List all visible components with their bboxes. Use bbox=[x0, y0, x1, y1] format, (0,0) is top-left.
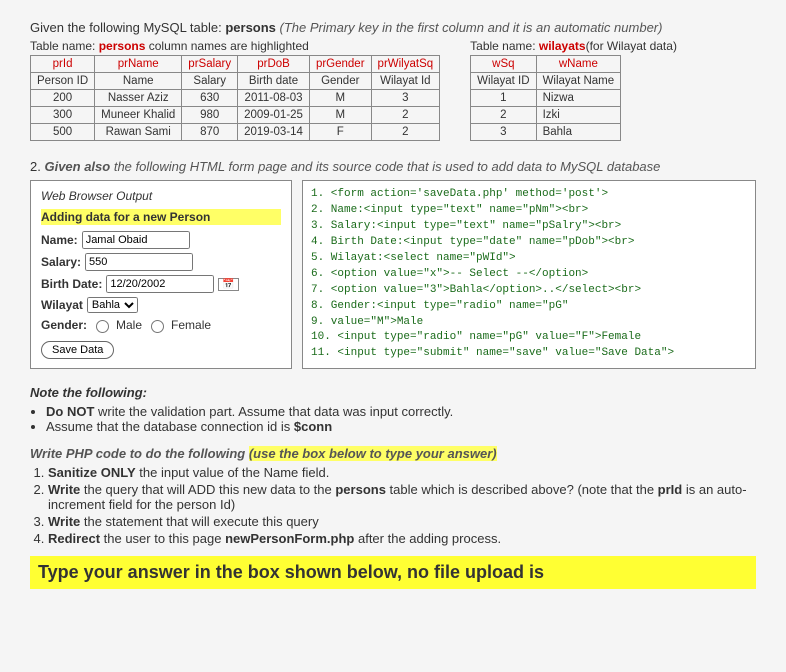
salary-input[interactable] bbox=[85, 253, 193, 271]
answer-banner: Type your answer in the box shown below,… bbox=[30, 556, 756, 589]
task-block: Write PHP code to do the following (use … bbox=[30, 446, 756, 546]
salary-label: Salary: bbox=[41, 255, 81, 269]
form-code-row: Web Browser Output Adding data for a new… bbox=[30, 180, 756, 369]
save-button[interactable]: Save Data bbox=[41, 341, 114, 359]
task-3: Write the statement that will execute th… bbox=[48, 514, 756, 529]
birthdate-input[interactable] bbox=[106, 275, 214, 293]
tables-row: Table name: persons column names are hig… bbox=[30, 39, 756, 141]
gender-female-radio[interactable] bbox=[151, 320, 164, 333]
task-4: Redirect the user to this page newPerson… bbox=[48, 531, 756, 546]
notes-title: Note the following: bbox=[30, 385, 756, 400]
question-2: 2. Given also the following HTML form pa… bbox=[30, 159, 756, 174]
wilayats-table-block: Table name: wilayats(for Wilayat data) w… bbox=[470, 39, 677, 141]
wilayats-table: wSq wName Wilayat ID Wilayat Name 1Nizwa… bbox=[470, 55, 621, 141]
task-1: Sanitize ONLY the input value of the Nam… bbox=[48, 465, 756, 480]
notes-block: Note the following: Do NOT write the val… bbox=[30, 385, 756, 434]
wilayat-label: Wilayat bbox=[41, 298, 83, 312]
task-intro: Write PHP code to do the following (use … bbox=[30, 446, 756, 461]
persons-table: prId prName prSalary prDoB prGender prWi… bbox=[30, 55, 440, 141]
browser-title: Web Browser Output bbox=[41, 189, 281, 203]
male-text: Male bbox=[116, 318, 142, 332]
note-2: Assume that the database connection id i… bbox=[46, 419, 756, 434]
gender-male-radio[interactable] bbox=[96, 320, 109, 333]
wilayats-caption: Table name: wilayats(for Wilayat data) bbox=[470, 39, 677, 53]
browser-output: Web Browser Output Adding data for a new… bbox=[30, 180, 292, 369]
birth-label: Birth Date: bbox=[41, 277, 102, 291]
gender-label: Gender: bbox=[41, 318, 87, 332]
intro-line: Given the following MySQL table: persons… bbox=[30, 20, 756, 35]
task-2: Write the query that will ADD this new d… bbox=[48, 482, 756, 512]
note-1: Do NOT write the validation part. Assume… bbox=[46, 404, 756, 419]
name-input[interactable] bbox=[82, 231, 190, 249]
persons-caption: Table name: persons column names are hig… bbox=[30, 39, 440, 53]
source-code: 1. <form action='saveData.php' method='p… bbox=[302, 180, 756, 369]
female-text: Female bbox=[171, 318, 211, 332]
wilayat-select[interactable]: Bahla bbox=[87, 297, 138, 313]
persons-table-block: Table name: persons column names are hig… bbox=[30, 39, 440, 141]
name-label: Name: bbox=[41, 233, 78, 247]
calendar-icon[interactable]: 📅 bbox=[218, 278, 238, 291]
form-heading: Adding data for a new Person bbox=[41, 209, 281, 225]
